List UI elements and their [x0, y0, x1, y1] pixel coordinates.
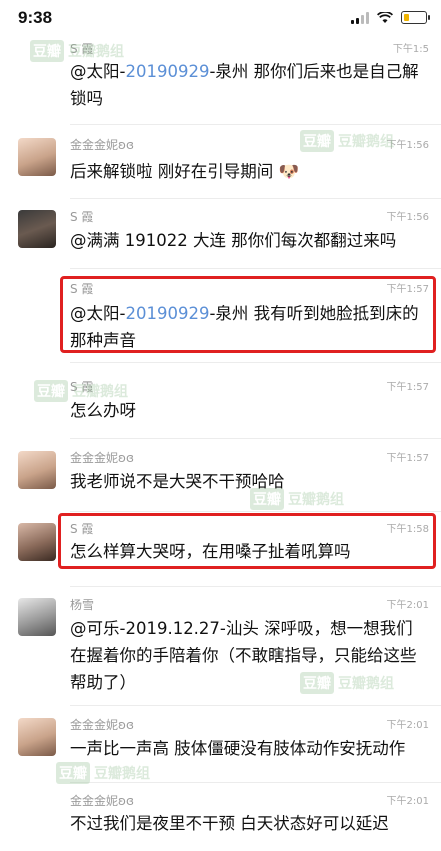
message-author: 金金金妮ʚɞ	[70, 794, 134, 808]
divider	[70, 438, 441, 439]
message-author: 金金金妮ʚɞ	[70, 138, 134, 152]
message-author: 杨雪	[70, 598, 95, 612]
message-time: 下午1:56	[386, 212, 429, 223]
message-time: 下午1:5	[392, 44, 429, 55]
message-item: 金金金妮ʚɞ 下午1:56 后来解锁啦 刚好在引导期间 🐶	[0, 126, 441, 198]
highlight-box	[60, 276, 436, 353]
divider	[70, 586, 441, 587]
message-time: 下午1:57	[386, 453, 429, 464]
message-item: 杨雪 下午2:01 @可乐-2019.12.27-汕头 深呼吸，想一想我们在握着…	[0, 588, 441, 706]
message-text: @满满 191022 大连 那你们每次都翻过来吗	[70, 231, 397, 250]
message-text: @太阳-20190929-泉州 那你们后来也是自己解锁吗	[70, 62, 419, 108]
message-author: S 霞	[70, 210, 94, 224]
message-item: 金金金妮ʚɞ 下午1:57 我老师说不是大哭不干预哈哈	[0, 440, 441, 510]
message-item: 金金金妮ʚɞ 下午2:01 不过我们是夜里不干预 白天状态好可以延迟	[0, 784, 441, 851]
divider	[70, 705, 441, 706]
message-item: S 霞 下午1:56 @满满 191022 大连 那你们每次都翻过来吗	[0, 199, 441, 269]
message-text: 我老师说不是大哭不干预哈哈	[70, 472, 285, 491]
divider	[70, 268, 441, 269]
clock: 9:38	[18, 8, 53, 27]
message-item: S 霞 下午1:57 怎么办呀	[0, 364, 441, 438]
message-author: 金金金妮ʚɞ	[70, 451, 134, 465]
message-author: S 霞	[70, 380, 94, 394]
message-author: S 霞	[70, 42, 94, 56]
wifi-icon	[377, 11, 393, 23]
message-text: @可乐-2019.12.27-汕头 深呼吸，想一想我们在握着你的手陪着你（不敢瞎…	[70, 619, 417, 692]
divider	[70, 124, 441, 125]
divider	[70, 511, 441, 512]
message-item: 金金金妮ʚɞ 下午2:01 一声比一声高 肢体僵硬没有肢体动作安抚动作	[0, 707, 441, 783]
avatar[interactable]	[18, 523, 56, 561]
message-time: 下午2:01	[386, 600, 429, 611]
divider	[70, 782, 441, 783]
message-time: 下午2:01	[386, 720, 429, 731]
avatar[interactable]	[18, 718, 56, 756]
message-time: 下午1:57	[386, 382, 429, 393]
status-bar: 9:38	[0, 0, 441, 36]
message-text: 一声比一声高 肢体僵硬没有肢体动作安抚动作	[70, 739, 406, 758]
message-author: 金金金妮ʚɞ	[70, 718, 134, 732]
message-text: 不过我们是夜里不干预 白天状态好可以延迟	[70, 814, 389, 833]
signal-icon	[351, 11, 369, 24]
avatar[interactable]	[18, 138, 56, 176]
message-time: 下午1:56	[386, 140, 429, 151]
message-text: 怎么办呀	[70, 401, 136, 420]
highlight-box	[58, 513, 436, 569]
message-time: 下午2:01	[386, 796, 429, 807]
avatar[interactable]	[18, 598, 56, 636]
message-item: S 霞 下午1:5 @太阳-20190929-泉州 那你们后来也是自己解锁吗	[0, 36, 441, 114]
message-text: 后来解锁啦 刚好在引导期间 🐶	[70, 162, 300, 181]
divider	[70, 362, 441, 363]
system-icons	[351, 11, 430, 24]
avatar[interactable]	[18, 210, 56, 248]
battery-icon	[401, 11, 430, 24]
avatar[interactable]	[18, 451, 56, 489]
